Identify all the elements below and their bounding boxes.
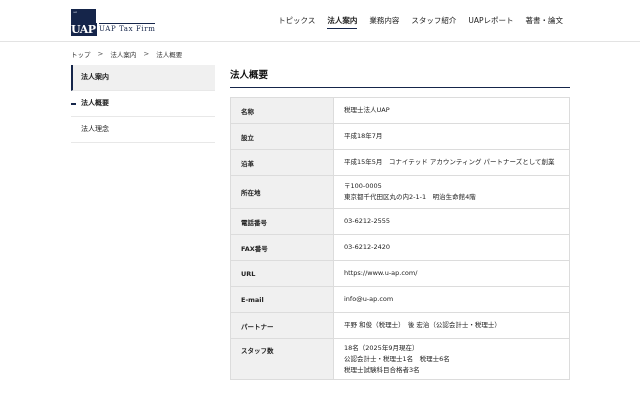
global-nav: トピックス 法人案内 業務内容 スタッフ紹介 UAPレポート 著書・論文 bbox=[272, 0, 569, 41]
table-row: パートナー 平野 和俊（税理士） 後 宏治（公認会計士・税理士） bbox=[230, 312, 570, 339]
table-row: FAX番号 03-6212-2420 bbox=[230, 234, 570, 261]
company-info-table: 名称 税理士法人UAP 設立 平成18年7月 沿革 平成15年5月 コナイテッド… bbox=[230, 97, 570, 380]
table-row: 名称 税理士法人UAP bbox=[230, 97, 570, 124]
row-value: 03-6212-2420 bbox=[333, 234, 570, 261]
table-row: 沿革 平成15年5月 コナイテッド アカウンティング パートナーズとして創業 bbox=[230, 149, 570, 176]
nav-topics[interactable]: トピックス bbox=[272, 0, 321, 41]
logo-mark-text: UAP bbox=[71, 23, 97, 36]
row-value: 〒100-0005 東京都千代田区丸の内2-1-1 明治生命館4階 bbox=[333, 175, 570, 209]
row-label: 沿革 bbox=[230, 149, 334, 176]
row-value: 平成15年5月 コナイテッド アカウンティング パートナーズとして創業 bbox=[333, 149, 570, 176]
row-value: info@u-ap.com bbox=[333, 286, 570, 313]
logo-mark-small-text: UAP bbox=[73, 12, 78, 14]
breadcrumb-company[interactable]: 法人案内 bbox=[110, 49, 136, 59]
uap-logo[interactable]: UAP UAP UAP Tax Firm bbox=[71, 9, 156, 36]
email-link[interactable]: info@u-ap.com bbox=[344, 294, 559, 305]
row-label: 電話番号 bbox=[230, 208, 334, 235]
sidebar-item-label: 法人概要 bbox=[81, 99, 109, 107]
row-label: 設立 bbox=[230, 123, 334, 150]
sidebar-item-overview[interactable]: 法人概要 bbox=[71, 91, 215, 117]
website-link[interactable]: https://www.u-ap.com/ bbox=[344, 268, 559, 279]
table-row: スタッフ数 18名（2025年9月現在） 公認会計士・税理士1名 税理士6名 税… bbox=[230, 338, 570, 380]
main-content: 法人概要 名称 税理士法人UAP 設立 平成18年7月 沿革 平成15年5月 コ… bbox=[230, 65, 570, 380]
breadcrumb-separator: > bbox=[97, 50, 104, 58]
table-row: E-mail info@u-ap.com bbox=[230, 286, 570, 313]
nav-staff[interactable]: スタッフ紹介 bbox=[405, 0, 462, 41]
row-label: E-mail bbox=[230, 286, 334, 313]
nav-uap-report[interactable]: UAPレポート bbox=[462, 0, 519, 41]
row-value: https://www.u-ap.com/ bbox=[333, 260, 570, 287]
row-value: 税理士法人UAP bbox=[333, 97, 570, 124]
nav-publications[interactable]: 著書・論文 bbox=[520, 0, 570, 41]
row-value: 18名（2025年9月現在） 公認会計士・税理士1名 税理士6名 税理士試験科目… bbox=[333, 338, 570, 380]
breadcrumb-separator: > bbox=[143, 50, 150, 58]
nav-company[interactable]: 法人案内 bbox=[321, 0, 363, 41]
row-label: スタッフ数 bbox=[230, 338, 334, 380]
sidebar: 法人案内 法人概要 法人理念 bbox=[71, 65, 215, 143]
table-row: URL https://www.u-ap.com/ bbox=[230, 260, 570, 287]
row-value: 平成18年7月 bbox=[333, 123, 570, 150]
row-label: URL bbox=[230, 260, 334, 287]
site-header: UAP UAP UAP Tax Firm トピックス 法人案内 業務内容 スタッ… bbox=[0, 0, 640, 42]
table-row: 所在地 〒100-0005 東京都千代田区丸の内2-1-1 明治生命館4階 bbox=[230, 175, 570, 209]
row-label: 名称 bbox=[230, 97, 334, 124]
sidebar-item-philosophy[interactable]: 法人理念 bbox=[71, 117, 215, 143]
sidebar-item-company[interactable]: 法人案内 bbox=[71, 65, 215, 91]
table-row: 電話番号 03-6212-2555 bbox=[230, 208, 570, 235]
nav-services[interactable]: 業務内容 bbox=[363, 0, 405, 41]
row-label: FAX番号 bbox=[230, 234, 334, 261]
row-value: 平野 和俊（税理士） 後 宏治（公認会計士・税理士） bbox=[333, 312, 570, 339]
breadcrumb-top[interactable]: トップ bbox=[71, 49, 91, 59]
current-marker-icon bbox=[71, 103, 76, 105]
breadcrumb: トップ > 法人案内 > 法人概要 bbox=[71, 49, 182, 59]
breadcrumb-current: 法人概要 bbox=[156, 51, 183, 59]
logo-wordmark: UAP Tax Firm bbox=[99, 23, 156, 33]
row-label: 所在地 bbox=[230, 175, 334, 209]
page-title: 法人概要 bbox=[230, 65, 570, 88]
table-row: 設立 平成18年7月 bbox=[230, 123, 570, 150]
logo-mark: UAP UAP bbox=[71, 9, 97, 36]
row-value: 03-6212-2555 bbox=[333, 208, 570, 235]
row-label: パートナー bbox=[230, 312, 334, 339]
